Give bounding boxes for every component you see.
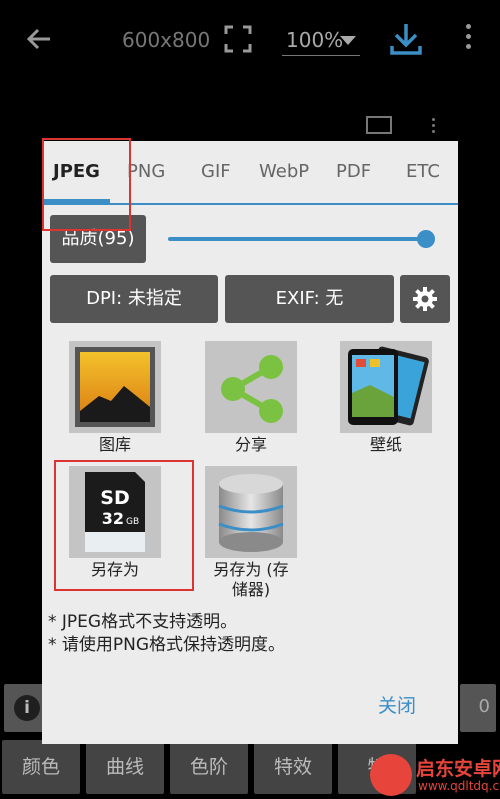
image-size-label: 600x800 bbox=[122, 28, 211, 52]
close-button[interactable]: 关闭 bbox=[378, 691, 416, 718]
exif-button[interactable]: EXIF: 无 bbox=[225, 275, 394, 323]
gallery-tile[interactable]: 图库 bbox=[69, 341, 161, 455]
info-icon: i bbox=[14, 695, 40, 721]
counter-button[interactable]: 0 bbox=[460, 684, 496, 732]
quality-slider-thumb[interactable] bbox=[417, 230, 435, 248]
save-dialog: JPEG PNG GIF WebP PDF ETC 品质(95) DPI: 未指… bbox=[42, 141, 458, 744]
download-icon[interactable] bbox=[390, 22, 422, 56]
tab-pdf[interactable]: PDF bbox=[336, 161, 371, 182]
counter-value: 0 bbox=[478, 696, 490, 717]
save-to-storage-tile[interactable]: 另存为 (存 储器) bbox=[205, 466, 297, 600]
tab-curves[interactable]: 曲线 bbox=[86, 740, 164, 794]
note-line: * JPEG格式不支持透明。 bbox=[48, 612, 238, 632]
share-tile[interactable]: 分享 bbox=[205, 341, 297, 455]
watermark: 启东安卓网 www.qdltdq.com bbox=[370, 752, 500, 799]
highlight-box-jpeg bbox=[42, 138, 131, 231]
tab-effects[interactable]: 特效 bbox=[254, 740, 332, 794]
zoom-value: 100% bbox=[286, 28, 344, 52]
tab-gif[interactable]: GIF bbox=[201, 161, 231, 182]
tab-levels[interactable]: 色阶 bbox=[170, 740, 248, 794]
wallpaper-label: 壁纸 bbox=[369, 435, 402, 454]
more-options-icon[interactable] bbox=[428, 118, 438, 140]
watermark-logo-icon bbox=[370, 754, 412, 796]
tab-color[interactable]: 颜色 bbox=[2, 740, 80, 794]
wallpaper-icon bbox=[340, 341, 432, 433]
tab-png[interactable]: PNG bbox=[127, 161, 165, 182]
settings-button[interactable] bbox=[400, 275, 450, 323]
share-label: 分享 bbox=[234, 435, 267, 454]
fullscreen-icon[interactable] bbox=[224, 25, 252, 53]
gallery-label: 图库 bbox=[98, 435, 131, 454]
share-icon bbox=[205, 341, 297, 433]
save-to-storage-label: 另存为 (存 储器) bbox=[213, 560, 289, 599]
top-toolbar: 600x800 100% bbox=[0, 0, 500, 80]
quality-slider[interactable] bbox=[168, 237, 426, 241]
wallpaper-tile[interactable]: 壁纸 bbox=[340, 341, 432, 455]
tab-etc[interactable]: ETC bbox=[406, 161, 440, 182]
gear-icon bbox=[413, 287, 437, 311]
notes: * JPEG格式不支持透明。 * 请使用PNG格式保持透明度。 bbox=[48, 611, 285, 657]
tab-webp[interactable]: WebP bbox=[259, 161, 309, 182]
chevron-down-icon bbox=[340, 36, 356, 45]
watermark-title: 启东安卓网 bbox=[416, 758, 500, 780]
dpi-button[interactable]: DPI: 未指定 bbox=[50, 275, 218, 323]
more-menu-icon[interactable] bbox=[462, 24, 474, 54]
zoom-dropdown[interactable]: 100% bbox=[282, 26, 360, 56]
storage-icon bbox=[205, 466, 297, 558]
note-line: * 请使用PNG格式保持透明度。 bbox=[48, 635, 286, 655]
gallery-icon bbox=[69, 341, 161, 433]
back-arrow-icon[interactable] bbox=[24, 24, 54, 54]
image-icon[interactable] bbox=[366, 116, 392, 134]
watermark-url: www.qdltdq.com bbox=[418, 779, 500, 793]
highlight-box-save-as bbox=[54, 460, 194, 591]
